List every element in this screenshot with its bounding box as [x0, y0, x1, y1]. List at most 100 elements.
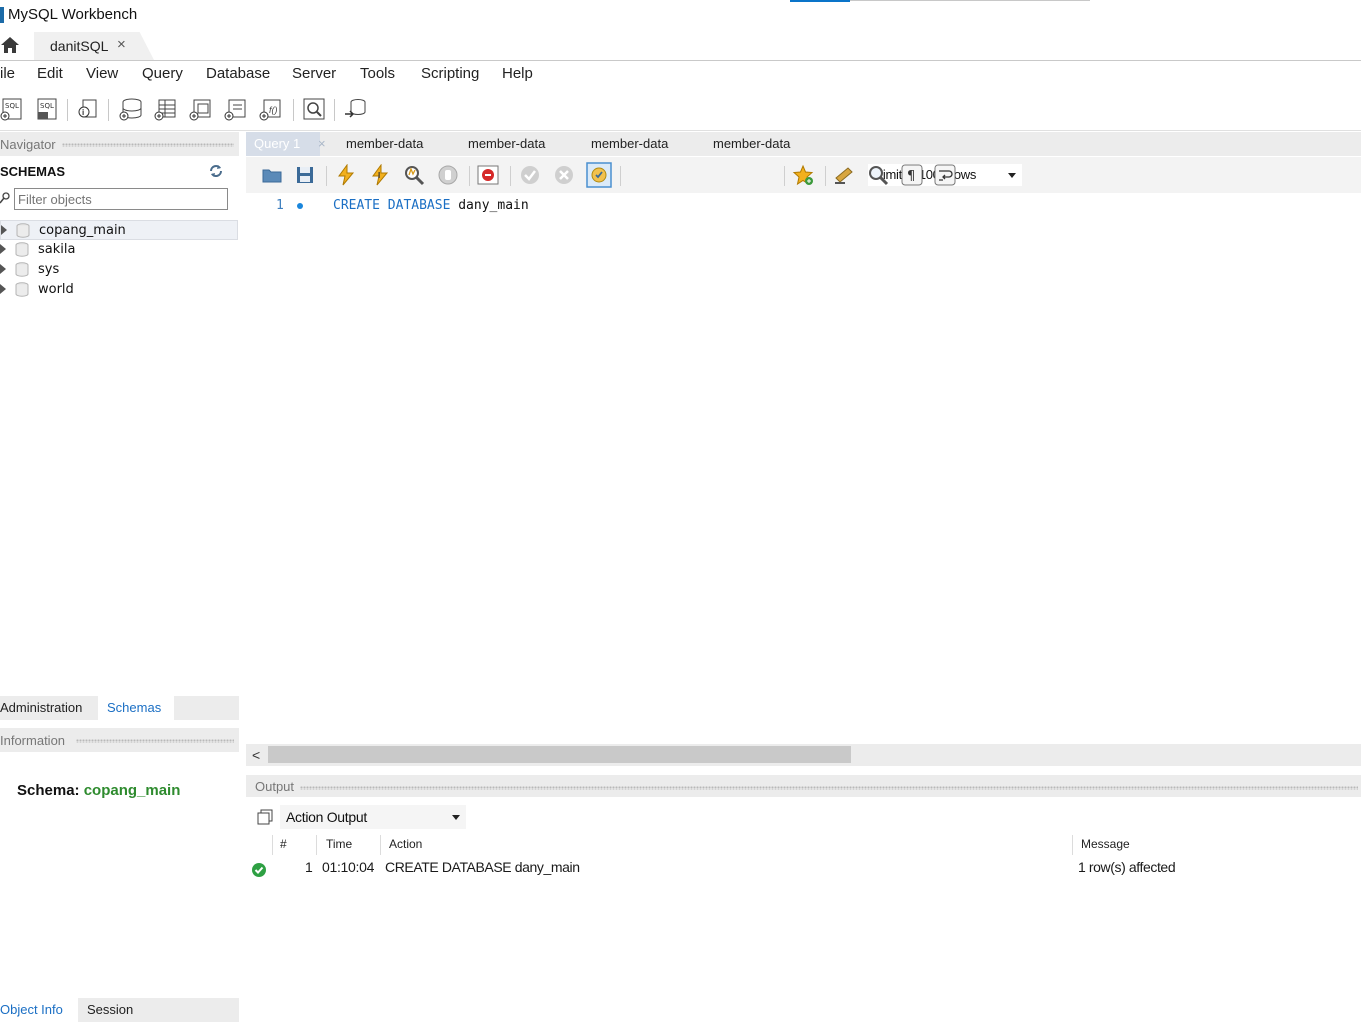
schema-item-world[interactable]: world — [0, 280, 238, 300]
add-snippet-icon[interactable] — [792, 164, 814, 186]
title-divider-line — [850, 0, 1090, 1]
output-header-label: Output — [255, 779, 295, 794]
schema-item-sakila[interactable]: sakila — [0, 240, 238, 260]
column-header-action[interactable]: Action — [389, 833, 422, 855]
create-table-icon[interactable] — [153, 96, 179, 122]
scroll-left-icon[interactable]: < — [252, 747, 260, 763]
execute-icon[interactable] — [335, 164, 357, 186]
invisible-characters-icon[interactable]: ¶ — [901, 164, 923, 186]
column-header-time[interactable]: Time — [326, 833, 352, 855]
beautify-icon[interactable] — [833, 164, 855, 186]
schema-label: sys — [38, 262, 60, 277]
sql-editor[interactable]: 1 CREATE DATABASE dany_main — [246, 193, 1361, 743]
database-icon — [16, 223, 30, 238]
toolbar-separator — [510, 166, 511, 186]
menu-view[interactable]: View — [86, 65, 118, 82]
open-file-icon[interactable] — [261, 164, 283, 186]
column-header-number[interactable]: # — [280, 833, 287, 855]
scrollbar-thumb[interactable] — [268, 746, 851, 763]
svg-text:i: i — [82, 108, 84, 117]
column-divider — [1072, 835, 1073, 855]
toolbar-separator — [825, 166, 826, 186]
database-icon — [15, 262, 29, 277]
create-procedure-icon[interactable] — [223, 96, 249, 122]
schema-label: world — [38, 282, 74, 297]
reconnect-icon[interactable] — [343, 96, 369, 122]
toolbar-separator — [334, 99, 335, 121]
create-function-icon[interactable]: f() — [258, 96, 284, 122]
code-line[interactable]: CREATE DATABASE dany_main — [333, 198, 529, 213]
toolbar-separator — [293, 99, 294, 121]
tab-member-data[interactable]: member-data — [468, 132, 545, 156]
title-accent-line — [790, 0, 850, 2]
rollback-icon[interactable] — [553, 164, 575, 186]
menu-tools[interactable]: Tools — [360, 65, 395, 82]
schema-item-sys[interactable]: sys — [0, 260, 238, 280]
expand-arrow-icon[interactable] — [0, 284, 6, 294]
row-limit-label: Limit to 1000 rows — [876, 167, 977, 182]
information-schema-line: Schema: copang_main — [17, 782, 180, 799]
inspector-icon[interactable]: i — [76, 96, 102, 122]
menu-help[interactable]: Help — [502, 65, 533, 82]
expand-arrow-icon[interactable] — [0, 264, 6, 274]
copy-icon[interactable] — [256, 808, 274, 826]
filter-search-icon — [0, 192, 10, 204]
stop-icon[interactable] — [437, 164, 459, 186]
filter-objects-input[interactable] — [14, 188, 228, 210]
output-type-select[interactable]: Action Output — [280, 805, 466, 829]
editor-tab-bar: Query 1 × member-data member-data member… — [246, 132, 1361, 156]
menu-server[interactable]: Server — [292, 65, 336, 82]
create-view-icon[interactable] — [188, 96, 214, 122]
sql-keyword: CREATE DATABASE — [333, 198, 451, 213]
expand-arrow-icon[interactable] — [1, 225, 7, 235]
connection-tab-close-icon[interactable]: × — [117, 36, 126, 53]
tab-query-1[interactable]: Query 1 × — [246, 132, 326, 156]
tab-object-info[interactable]: Object Info — [0, 998, 78, 1022]
tab-close-icon[interactable]: × — [318, 132, 326, 156]
save-icon[interactable] — [294, 164, 316, 186]
menu-edit[interactable]: Edit — [37, 65, 63, 82]
connection-tab-label[interactable]: danitSQL — [50, 38, 108, 54]
tab-member-data[interactable]: member-data — [713, 132, 790, 156]
create-schema-icon[interactable] — [118, 96, 144, 122]
refresh-icon[interactable] — [208, 164, 224, 178]
menu-file[interactable]: ile — [0, 65, 15, 82]
schema-item-copang-main[interactable]: copang_main — [0, 220, 238, 240]
toolbar-separator — [784, 166, 785, 186]
database-icon — [15, 282, 29, 297]
editor-horizontal-scrollbar[interactable]: < — [246, 744, 1361, 766]
output-header: Output — [246, 775, 1361, 797]
tab-schemas[interactable]: Schemas — [98, 696, 174, 720]
word-wrap-icon[interactable] — [934, 164, 956, 186]
expand-arrow-icon[interactable] — [0, 244, 6, 254]
execute-current-icon[interactable]: I — [369, 164, 391, 186]
success-check-icon — [252, 863, 266, 877]
information-header: Information — [0, 728, 239, 752]
open-sql-script-icon[interactable]: SQL — [34, 96, 60, 122]
tab-administration[interactable]: Administration — [0, 696, 98, 720]
menu-query[interactable]: Query — [142, 65, 183, 82]
tab-member-data[interactable]: member-data — [591, 132, 668, 156]
table-row[interactable]: 1 01:10:04 CREATE DATABASE dany_main 1 r… — [246, 857, 1361, 879]
column-header-message[interactable]: Message — [1081, 833, 1130, 855]
explain-icon[interactable] — [403, 164, 425, 186]
schema-label: sakila — [38, 242, 76, 257]
tab-session[interactable]: Session — [87, 998, 157, 1022]
stop-on-error-icon[interactable] — [477, 164, 499, 186]
toolbar-separator — [620, 166, 621, 186]
svg-text:f(): f() — [269, 105, 278, 115]
home-icon[interactable] — [0, 35, 20, 55]
output-header-grip — [300, 786, 1358, 790]
commit-icon[interactable] — [519, 164, 541, 186]
menu-scripting[interactable]: Scripting — [421, 65, 479, 82]
window-title: MySQL Workbench — [8, 6, 138, 23]
new-sql-tab-icon[interactable]: SQL — [0, 96, 26, 122]
search-table-data-icon[interactable] — [301, 96, 327, 122]
tab-member-data[interactable]: member-data — [346, 132, 423, 156]
information-bottom-tabs: Object Info Session — [0, 998, 239, 1022]
find-icon[interactable] — [867, 164, 889, 186]
navigator-header: Navigator — [0, 132, 239, 156]
menu-database[interactable]: Database — [206, 65, 270, 82]
autocommit-toggle-icon[interactable] — [586, 162, 612, 188]
row-number: 1 — [305, 859, 313, 875]
